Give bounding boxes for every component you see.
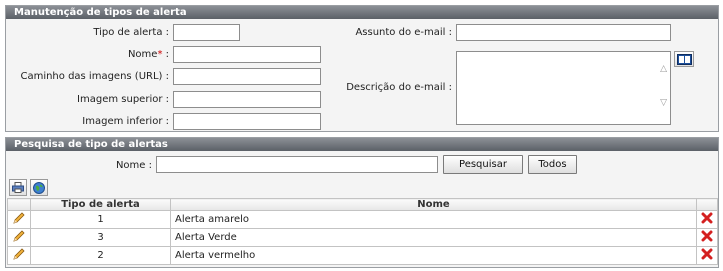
delete-cell[interactable] (696, 246, 718, 265)
delete-cell[interactable] (696, 228, 718, 247)
edit-column-header (7, 198, 31, 211)
search-panel: Pesquisa de tipo de alertas Nome : Pesqu… (5, 137, 719, 268)
alert-types-table: Tipo de alerta Nome 1 Alerta amarelo 3 A… (7, 198, 718, 265)
delete-x-icon[interactable] (701, 230, 713, 242)
book-icon[interactable] (674, 51, 694, 67)
scroll-down-icon[interactable]: ▽ (660, 98, 667, 108)
tipo-cell: 2 (30, 246, 171, 265)
scroll-up-icon[interactable]: △ (660, 64, 667, 74)
nome-cell: Alerta amarelo (170, 210, 697, 229)
delete-column-header (696, 198, 718, 211)
globe-icon[interactable] (30, 179, 48, 196)
imagem-inferior-label: Imagem inferior : (82, 116, 169, 127)
search-title: Pesquisa de tipo de alertas (6, 138, 718, 151)
tipo-alerta-input[interactable] (173, 24, 240, 41)
nome-cell: Alerta vermelho (170, 246, 697, 265)
delete-x-icon[interactable] (701, 212, 713, 224)
assunto-email-label: Assunto do e-mail : (355, 27, 452, 38)
table-header-row: Tipo de alerta Nome (7, 198, 718, 211)
caminho-imagens-label: Caminho das imagens (URL) : (20, 71, 169, 82)
edit-cell[interactable] (7, 210, 31, 229)
assunto-email-input[interactable] (456, 24, 671, 41)
search-nome-label: Nome : (115, 160, 152, 171)
tipo-cell: 1 (30, 210, 171, 229)
edit-cell[interactable] (7, 228, 31, 247)
imagem-inferior-input[interactable] (173, 113, 321, 130)
descricao-email-textarea[interactable]: △ ▽ (456, 51, 671, 125)
nome-cell: Alerta Verde (170, 228, 697, 247)
print-icon[interactable] (9, 179, 27, 196)
tipo-cell: 3 (30, 228, 171, 247)
pesquisar-button[interactable]: Pesquisar (443, 155, 523, 174)
delete-x-icon[interactable] (701, 248, 713, 260)
todos-button[interactable]: Todos (528, 155, 577, 174)
table-row[interactable]: 1 Alerta amarelo (7, 210, 718, 229)
nome-input[interactable] (173, 46, 321, 63)
descricao-email-label: Descrição do e-mail : (346, 82, 452, 93)
tipo-alerta-label: Tipo de alerta : (93, 27, 169, 38)
pencil-icon[interactable] (12, 247, 26, 261)
edit-cell[interactable] (7, 246, 31, 265)
delete-cell[interactable] (696, 210, 718, 229)
nome-column-header[interactable]: Nome (170, 198, 697, 211)
search-nome-input[interactable] (156, 156, 438, 173)
maintenance-title: Manutenção de tipos de alerta (6, 6, 718, 19)
nome-label: Nome* : (127, 49, 169, 60)
pencil-icon[interactable] (12, 229, 26, 243)
imagem-superior-label: Imagem superior : (77, 94, 169, 105)
tipo-column-header[interactable]: Tipo de alerta (30, 198, 171, 211)
imagem-superior-input[interactable] (173, 91, 321, 108)
pencil-icon[interactable] (12, 211, 26, 225)
maintenance-panel: Manutenção de tipos de alerta Tipo de al… (5, 5, 719, 132)
table-row[interactable]: 2 Alerta vermelho (7, 246, 718, 265)
table-row[interactable]: 3 Alerta Verde (7, 228, 718, 247)
caminho-imagens-input[interactable] (173, 68, 321, 85)
